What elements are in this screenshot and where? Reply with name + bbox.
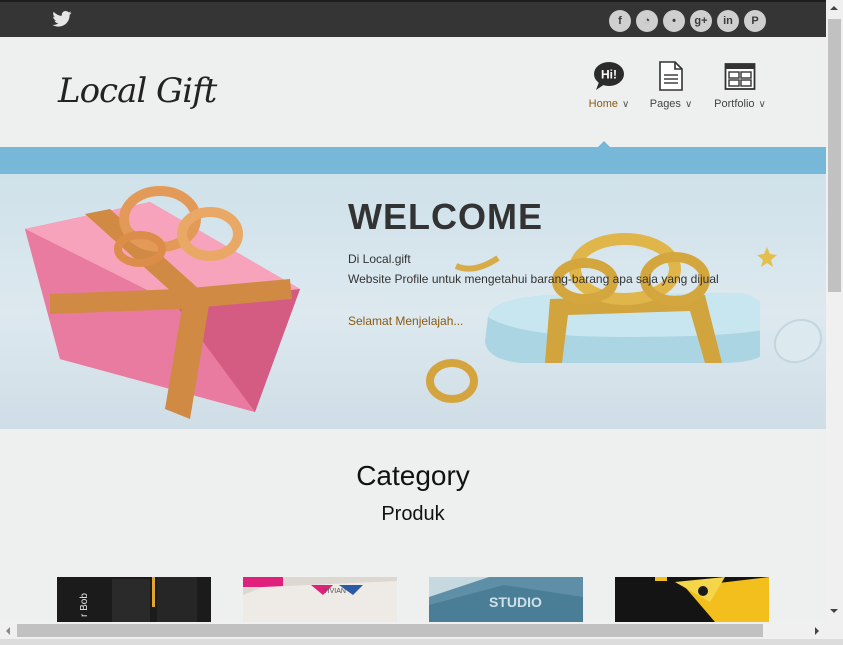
nav-portfolio-label: Portfolio <box>714 98 755 110</box>
product-thumb-3[interactable]: STUDIO <box>429 577 583 622</box>
site-logo[interactable]: Local Gift <box>58 71 217 111</box>
hero-subtitle: Di Local.gift <box>348 252 411 266</box>
gold-star-image <box>757 247 777 267</box>
hero-banner: WELCOME Di Local.gift Website Profile un… <box>0 174 826 429</box>
top-bar: f ◔ • g+ in P <box>0 0 826 37</box>
gold-ribbon-piece-image <box>454 255 500 272</box>
pink-gift-box-image <box>25 186 300 419</box>
accent-bar <box>0 147 826 174</box>
vertical-scrollbar[interactable] <box>826 0 843 622</box>
twitter-icon[interactable]: • <box>663 10 685 32</box>
chevron-down-icon: ∨ <box>622 99 630 110</box>
pinterest-icon[interactable]: P <box>744 10 766 32</box>
hero-description: Website Profile untuk mengetahui barang-… <box>348 272 719 286</box>
chevron-down-icon: ∨ <box>684 99 693 110</box>
googleplus-icon[interactable]: g+ <box>690 10 712 32</box>
nav-portfolio[interactable]: Portfolio ∨ <box>710 61 770 110</box>
business-card-yellow-image <box>615 577 769 622</box>
blue-gift-box-image <box>485 233 760 364</box>
section-title: Category <box>356 460 470 491</box>
twitter-icon[interactable] <box>52 11 72 27</box>
business-card-blue-image: STUDIO <box>429 577 583 622</box>
gold-ring-image <box>426 359 478 403</box>
chevron-down-icon: ∨ <box>758 99 766 110</box>
product-thumb-4[interactable] <box>615 577 769 622</box>
scroll-down-arrow-icon[interactable] <box>830 609 838 613</box>
nav-pages-label: Pages <box>649 98 681 110</box>
svg-text:YIVIAN: YIVIAN <box>323 588 346 595</box>
page-viewport: f ◔ • g+ in P Local Gift Hi! Home ∨ Page… <box>0 0 826 622</box>
product-thumb-1[interactable]: r Bob <box>57 577 211 622</box>
site-header: Local Gift Hi! Home ∨ Pages ∨ Portfolio … <box>0 37 826 147</box>
facebook-icon[interactable]: f <box>609 10 631 32</box>
rss-icon[interactable]: ◔ <box>636 10 658 32</box>
svg-text:r Bob: r Bob <box>79 593 90 617</box>
horizontal-scroll-thumb[interactable] <box>17 624 763 637</box>
vertical-scroll-thumb[interactable] <box>828 19 841 292</box>
scroll-right-arrow-icon[interactable] <box>815 627 819 635</box>
glass-disc-image <box>773 318 823 364</box>
speech-bubble-icon: Hi! <box>594 62 624 90</box>
product-thumb-2[interactable]: YIVIAN <box>243 577 397 622</box>
scroll-left-arrow-icon[interactable] <box>6 627 10 635</box>
nav-home-label: Home <box>588 98 618 110</box>
scroll-up-arrow-icon[interactable] <box>830 6 838 10</box>
horizontal-scrollbar[interactable] <box>0 622 843 639</box>
nav-home[interactable]: Hi! Home ∨ <box>584 61 634 110</box>
document-icon <box>659 61 683 91</box>
linkedin-icon[interactable]: in <box>717 10 739 32</box>
nav-pages[interactable]: Pages ∨ <box>646 61 696 110</box>
hero-explore-link[interactable]: Selamat Menjelajah... <box>348 314 463 328</box>
business-card-dark-image: r Bob <box>57 577 211 622</box>
section-subtitle: Produk <box>381 503 445 525</box>
window-bottom-edge <box>0 639 843 645</box>
social-links: f ◔ • g+ in P <box>609 10 766 32</box>
hero-title: WELCOME <box>348 196 543 237</box>
main-nav: Hi! Home ∨ Pages ∨ Portfolio ∨ <box>584 61 770 110</box>
business-card-light-image: YIVIAN <box>243 577 397 622</box>
svg-text:STUDIO: STUDIO <box>489 594 542 610</box>
portfolio-grid-icon <box>724 63 756 90</box>
svg-text:Hi!: Hi! <box>601 68 617 82</box>
